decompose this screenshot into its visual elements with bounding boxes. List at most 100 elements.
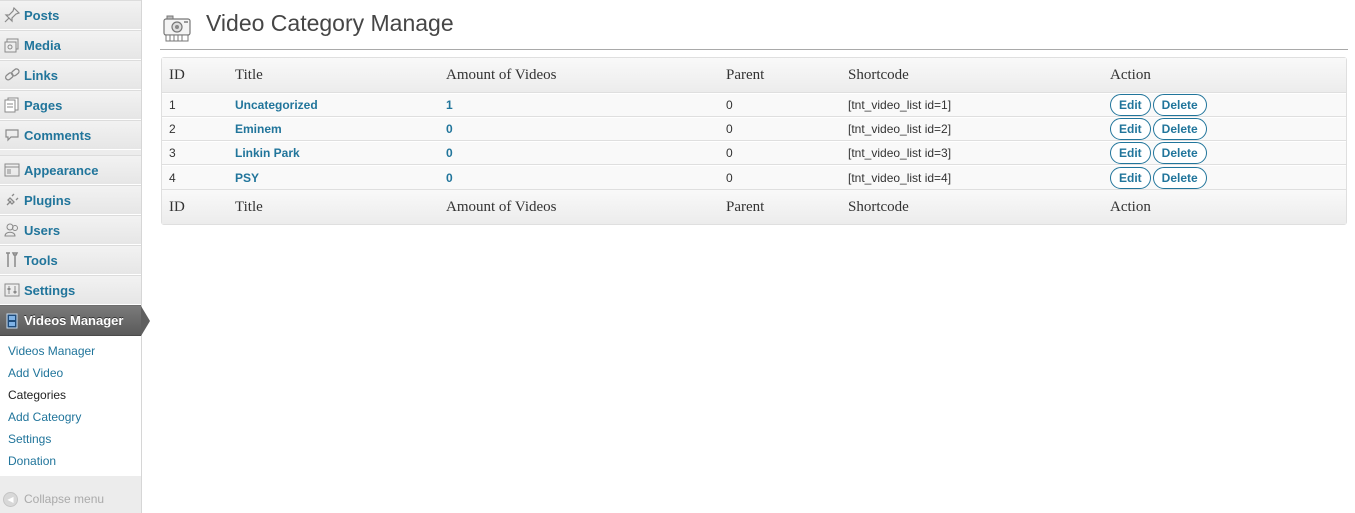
cell-actions: Edit Delete	[1103, 141, 1346, 165]
cell-id: 1	[162, 93, 228, 117]
menu-item-label: Plugins	[24, 192, 71, 208]
cell-parent: 0	[719, 93, 841, 117]
column-header-id: ID	[162, 58, 228, 93]
delete-button[interactable]: Delete	[1152, 166, 1207, 189]
comments-icon	[3, 126, 21, 144]
submenu-item-donation[interactable]: Donation	[0, 450, 141, 472]
table-row: 2 Eminem 0 0 [tnt_video_list id=2] Edit D…	[162, 117, 1346, 141]
video-camera-icon	[162, 12, 194, 44]
cell-id: 2	[162, 117, 228, 141]
column-footer-parent: Parent	[719, 189, 841, 224]
menu-item-label: Users	[24, 222, 61, 238]
film-icon	[3, 312, 21, 330]
cell-parent: 0	[719, 165, 841, 189]
category-title-link[interactable]: Eminem	[235, 122, 282, 136]
cell-actions: Edit Delete	[1103, 117, 1346, 141]
delete-button[interactable]: Delete	[1152, 94, 1207, 116]
column-header-title: Title	[228, 58, 439, 93]
edit-button[interactable]: Edit	[1110, 94, 1151, 116]
video-count-link[interactable]: 0	[446, 122, 453, 136]
collapse-arrow-icon: ◀	[3, 491, 18, 507]
menu-item-label: Tools	[24, 252, 58, 268]
menu-item-comments[interactable]: Comments	[0, 120, 141, 150]
column-header-amount: Amount of Videos	[439, 58, 719, 93]
edit-button[interactable]: Edit	[1110, 166, 1151, 189]
submenu-item-categories[interactable]: Categories	[0, 384, 141, 406]
category-title-link[interactable]: Linkin Park	[235, 146, 300, 160]
media-icon	[3, 36, 21, 54]
cell-parent: 0	[719, 141, 841, 165]
pushpin-icon	[3, 6, 21, 24]
menu-item-label: Posts	[24, 7, 60, 23]
edit-button[interactable]: Edit	[1110, 142, 1151, 164]
menu-item-settings[interactable]: Settings	[0, 275, 141, 305]
column-header-shortcode: Shortcode	[841, 58, 1103, 93]
table-header-row: ID Title Amount of Videos Parent Shortco…	[162, 58, 1346, 93]
active-menu-arrow	[141, 306, 150, 336]
cell-shortcode: [tnt_video_list id=4]	[841, 165, 1103, 189]
menu-item-pages[interactable]: Pages	[0, 90, 141, 120]
admin-sidebar: Posts Media Links Pages Comments Appeara…	[0, 0, 150, 513]
submenu-item-settings[interactable]: Settings	[0, 428, 141, 450]
menu-item-label: Appearance	[24, 162, 99, 178]
delete-button[interactable]: Delete	[1152, 118, 1207, 140]
cell-id: 4	[162, 165, 228, 189]
video-count-link[interactable]: 0	[446, 146, 453, 160]
menu-group-top: Posts Media Links Pages Comments	[0, 0, 141, 150]
table-row: 1 Uncategorized 1 0 [tnt_video_list id=1…	[162, 93, 1346, 117]
page-title: Video Category Manage	[206, 10, 454, 36]
cell-shortcode: [tnt_video_list id=3]	[841, 141, 1103, 165]
cell-shortcode: [tnt_video_list id=1]	[841, 93, 1103, 117]
users-icon	[3, 221, 21, 239]
menu-item-users[interactable]: Users	[0, 215, 141, 245]
submenu-item-add-category[interactable]: Add Cateogry	[0, 406, 141, 428]
video-count-link[interactable]: 0	[446, 171, 453, 185]
pages-icon	[3, 96, 21, 114]
plugin-icon	[3, 191, 21, 209]
column-header-action: Action	[1103, 58, 1346, 93]
menu-item-appearance[interactable]: Appearance	[0, 155, 141, 185]
submenu-item-add-video[interactable]: Add Video	[0, 362, 141, 384]
menu-item-label: Media	[24, 37, 61, 53]
column-footer-id: ID	[162, 189, 228, 224]
menu-item-plugins[interactable]: Plugins	[0, 185, 141, 215]
table-row: 3 Linkin Park 0 0 [tnt_video_list id=3] …	[162, 141, 1346, 165]
collapse-menu-label: Collapse menu	[24, 492, 105, 506]
collapse-menu-button[interactable]: ◀ Collapse menu	[0, 486, 104, 512]
menu-item-posts[interactable]: Posts	[0, 0, 141, 30]
categories-table: ID Title Amount of Videos Parent Shortco…	[161, 57, 1347, 225]
menu-item-links[interactable]: Links	[0, 60, 141, 90]
cell-shortcode: [tnt_video_list id=2]	[841, 117, 1103, 141]
tools-icon	[3, 251, 21, 269]
category-title-link[interactable]: Uncategorized	[235, 98, 318, 112]
cell-actions: Edit Delete	[1103, 93, 1346, 117]
main-content: Video Category Manage ID Title Amount of…	[160, 0, 1348, 225]
cell-parent: 0	[719, 117, 841, 141]
appearance-icon	[3, 161, 21, 179]
column-footer-action: Action	[1103, 189, 1346, 224]
videos-manager-submenu: Videos Manager Add Video Categories Add …	[0, 336, 142, 476]
menu-item-tools[interactable]: Tools	[0, 245, 141, 275]
column-footer-shortcode: Shortcode	[841, 189, 1103, 224]
cell-actions: Edit Delete	[1103, 165, 1346, 189]
menu-item-media[interactable]: Media	[0, 30, 141, 60]
page-header: Video Category Manage	[160, 0, 1348, 50]
column-header-parent: Parent	[719, 58, 841, 93]
category-title-link[interactable]: PSY	[235, 171, 259, 185]
video-count-link[interactable]: 1	[446, 98, 453, 112]
settings-icon	[3, 281, 21, 299]
menu-item-label: Videos Manager	[24, 313, 124, 328]
edit-button[interactable]: Edit	[1110, 118, 1151, 140]
submenu-item-videos-manager[interactable]: Videos Manager	[0, 340, 141, 362]
column-footer-amount: Amount of Videos	[439, 189, 719, 224]
menu-item-label: Settings	[24, 282, 76, 298]
table-footer-row: ID Title Amount of Videos Parent Shortco…	[162, 189, 1346, 224]
cell-id: 3	[162, 141, 228, 165]
menu-group-bottom: Appearance Plugins Users Tools Settings …	[0, 155, 150, 336]
delete-button[interactable]: Delete	[1152, 142, 1207, 164]
menu-item-videos-manager[interactable]: Videos Manager	[0, 305, 150, 336]
table-row: 4 PSY 0 0 [tnt_video_list id=4] Edit Dele…	[162, 165, 1346, 189]
menu-item-label: Comments	[24, 127, 92, 143]
menu-item-label: Pages	[24, 97, 63, 113]
link-icon	[3, 66, 21, 84]
